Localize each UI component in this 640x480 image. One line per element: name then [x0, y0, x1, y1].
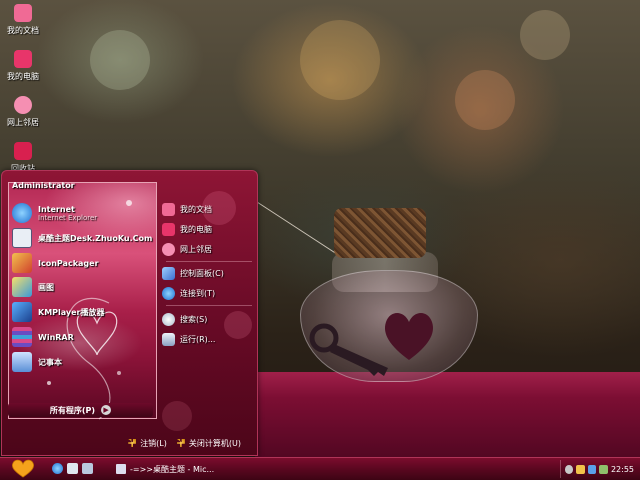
- shutdown-icon: [176, 439, 185, 447]
- logoff-label: 注销(L): [140, 438, 167, 448]
- desktop-icon-label: 我的电脑: [7, 72, 39, 81]
- desktop-icon-label: 网上邻居: [7, 118, 39, 127]
- notepad-icon: [12, 352, 32, 372]
- program-item-zhuoku[interactable]: 桌酷主题Desk.ZhuoKu.Com: [12, 228, 152, 248]
- place-item-my-computer[interactable]: 我的电脑: [162, 223, 212, 236]
- program-label: 画图: [38, 282, 54, 292]
- desktop-icon-network-places[interactable]: 网上邻居: [0, 96, 46, 128]
- program-label-main: Internet: [38, 204, 75, 214]
- logoff-button[interactable]: 注销(L): [128, 438, 167, 449]
- place-item-connect-to[interactable]: 连接到(T): [162, 287, 215, 300]
- arrow-right-icon: ▶: [101, 405, 112, 415]
- cork-stopper: [334, 208, 426, 258]
- program-label: 桌酷主题Desk.ZhuoKu.Com: [38, 233, 153, 243]
- program-label: IconPackager: [38, 258, 99, 268]
- tray-network-icon[interactable]: [576, 464, 585, 474]
- start-menu-footer: 注销(L) 关闭计算机(U): [2, 429, 257, 455]
- string-decoration: [256, 201, 344, 259]
- logoff-icon: [128, 439, 137, 447]
- program-item-iconpackager[interactable]: IconPackager: [12, 253, 99, 273]
- key-icon: [309, 323, 388, 376]
- internet-explorer-icon: [12, 203, 32, 223]
- taskbar-window-label: -=>>桌酷主题 - Mic...: [130, 464, 215, 474]
- network-places-icon: [14, 96, 32, 114]
- iconpackager-icon: [12, 253, 32, 273]
- my-computer-icon: [14, 50, 32, 68]
- place-label: 网上邻居: [180, 245, 212, 254]
- my-documents-icon: [14, 4, 32, 22]
- zhuoku-icon: [12, 228, 32, 248]
- place-label: 控制面板(C): [180, 269, 224, 278]
- desktop-icon-my-computer[interactable]: 我的电脑: [0, 50, 46, 82]
- connect-to-icon: [162, 287, 175, 300]
- system-tray: 22:55: [560, 460, 640, 478]
- program-item-paint[interactable]: 画图: [12, 277, 54, 297]
- quick-launch-desktop-icon[interactable]: [67, 463, 78, 474]
- recycle-bin-icon: [14, 142, 32, 160]
- program-label: 记事本: [38, 357, 62, 367]
- desktop-icon-my-documents[interactable]: 我的文档: [0, 4, 46, 36]
- network-places-icon: [162, 243, 175, 256]
- window-icon: [116, 464, 126, 474]
- control-panel-icon: [162, 267, 175, 280]
- program-item-internet[interactable]: Internet Internet Explorer: [12, 203, 97, 223]
- tray-arrow-icon[interactable]: [565, 464, 574, 474]
- taskbar-window-button[interactable]: -=>>桌酷主题 - Mic...: [112, 460, 222, 478]
- all-programs-label: 所有程序(P): [49, 405, 96, 415]
- quick-launch-media-icon[interactable]: [82, 463, 93, 474]
- my-documents-icon: [162, 203, 175, 216]
- place-label: 搜索(S): [180, 315, 208, 324]
- user-name: Administrator: [12, 181, 75, 190]
- shutdown-label: 关闭计算机(U): [188, 438, 241, 448]
- kmplayer-icon: [12, 302, 32, 322]
- place-item-search[interactable]: 搜索(S): [162, 313, 207, 326]
- winrar-icon: [12, 327, 32, 347]
- program-item-notepad[interactable]: 记事本: [12, 352, 62, 372]
- program-sublabel: Internet Explorer: [38, 213, 98, 222]
- clock[interactable]: 22:55: [611, 465, 634, 474]
- tray-app-icon[interactable]: [599, 464, 608, 474]
- run-icon: [162, 333, 175, 346]
- tray-volume-icon[interactable]: [587, 464, 597, 474]
- start-button[interactable]: [10, 459, 36, 479]
- place-label: 连接到(T): [180, 289, 216, 298]
- my-computer-icon: [162, 223, 175, 236]
- taskbar: -=>>桌酷主题 - Mic... 22:55: [0, 457, 640, 480]
- program-item-winrar[interactable]: WinRAR: [12, 327, 74, 347]
- place-label: 我的文档: [180, 205, 212, 214]
- quick-launch-ie-icon[interactable]: [52, 463, 63, 474]
- separator: [166, 261, 252, 262]
- separator: [166, 305, 252, 306]
- cushion-background: [255, 372, 640, 458]
- place-item-network-places[interactable]: 网上邻居: [162, 243, 212, 256]
- program-label: KMPlayer播放器: [38, 307, 105, 317]
- desktop-icon-label: 我的文档: [7, 26, 39, 35]
- start-menu: Administrator Internet Internet Explorer…: [1, 170, 258, 456]
- shutdown-button[interactable]: 关闭计算机(U): [176, 438, 241, 449]
- place-label: 我的电脑: [180, 225, 212, 234]
- program-item-kmplayer[interactable]: KMPlayer播放器: [12, 302, 105, 322]
- place-item-my-documents[interactable]: 我的文档: [162, 203, 212, 216]
- all-programs-button[interactable]: 所有程序(P) ▶: [8, 403, 153, 417]
- place-item-run[interactable]: 运行(R)...: [162, 333, 215, 346]
- place-label: 运行(R)...: [180, 335, 216, 344]
- paint-icon: [12, 277, 32, 297]
- program-label: Internet Internet Explorer: [38, 205, 97, 222]
- program-label: WinRAR: [38, 332, 74, 342]
- search-icon: [162, 313, 175, 326]
- place-item-control-panel[interactable]: 控制面板(C): [162, 267, 224, 280]
